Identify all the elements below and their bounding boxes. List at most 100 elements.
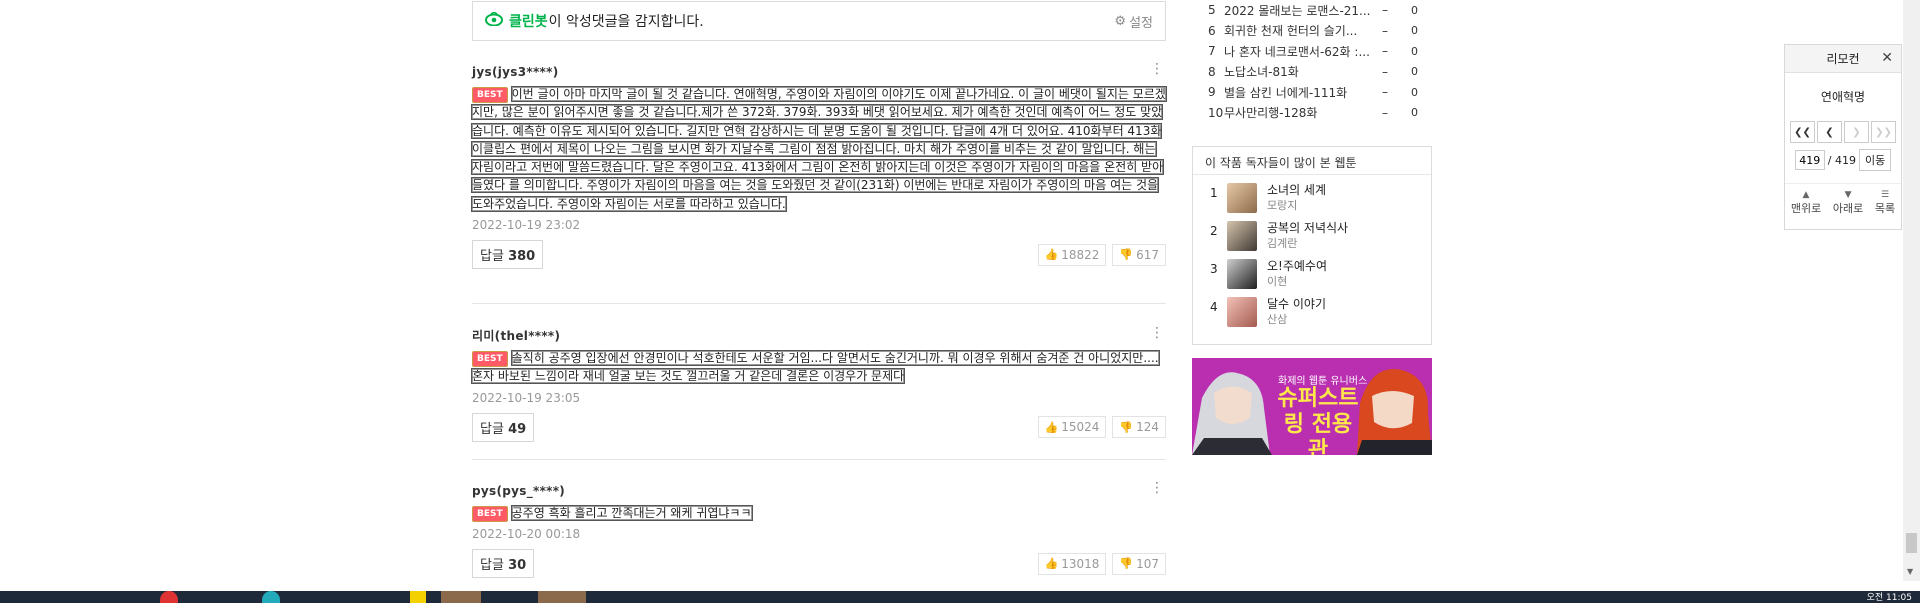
last-episode-button[interactable]: ❯❯ [1871, 121, 1896, 143]
more-options-icon[interactable]: ⋮ [1150, 62, 1164, 76]
rank-count: 0 [1411, 24, 1418, 38]
scroll-down-arrow-icon[interactable]: ▼ [1907, 567, 1913, 576]
taskbar-app-icon[interactable] [410, 591, 426, 603]
rank-change: – [1382, 3, 1388, 18]
cleanbot-icon [485, 11, 503, 30]
comment-date: 2022-10-19 23:05 [472, 390, 581, 405]
banner-title: 슈퍼스트링 전용관 [1277, 386, 1359, 455]
item-rank: 2 [1210, 224, 1218, 238]
cleanbot-settings-button[interactable]: ⚙ 설정 [1114, 12, 1153, 31]
chevron-left-icon: ❮ [1825, 126, 1834, 138]
rank-title: 무사만리행-128화 [1224, 106, 1318, 121]
taskbar-app-icon[interactable] [441, 591, 481, 603]
webtoon-title[interactable]: 공복의 저녁식사 [1267, 221, 1348, 236]
prev-episode-button[interactable]: ❮ [1817, 121, 1842, 143]
comment-date: 2022-10-19 23:02 [472, 218, 581, 233]
like-button[interactable]: 👍 13018 [1037, 552, 1107, 575]
rank-change: – [1382, 64, 1388, 79]
webtoon-thumbnail[interactable] [1227, 297, 1257, 327]
webtoon-title[interactable]: 오!주예수여 [1267, 259, 1327, 274]
rank-count: 0 [1411, 106, 1418, 120]
comment-username: jys(jys3****) [472, 65, 559, 79]
scroll-down-label: 아래로 [1832, 202, 1864, 215]
related-webtoon-item[interactable]: 2 공복의 저녁식사 김계란 [1193, 221, 1431, 259]
item-rank: 4 [1210, 300, 1218, 314]
scrollbar-thumb[interactable] [1906, 533, 1917, 553]
taskbar-app-icon[interactable] [160, 591, 178, 603]
dislike-button[interactable]: 👎 124 [1112, 416, 1166, 439]
taskbar-app-icon[interactable] [262, 591, 280, 603]
rank-number: 6 [1208, 23, 1216, 38]
comment-username: 리미(thel****) [472, 329, 561, 343]
rank-title: 나 혼자 네크로맨서-62화 :... [1224, 44, 1370, 59]
close-icon[interactable]: ✕ [1881, 50, 1893, 66]
ranking-list: 5 2022 몰래보는 로맨스-21... –0 6 회귀한 천재 헌터의 슬기...… [1192, 0, 1432, 123]
scroll-top-button[interactable]: ▲ 맨위로 [1791, 190, 1821, 216]
reply-button[interactable]: 답글 380 [472, 240, 544, 270]
comment-footer: 답글 30 👍 13018 👎 107 [472, 549, 1166, 579]
ranking-item[interactable]: 8 노답소녀-81화 – 0 [1192, 62, 1432, 83]
webtoon-thumbnail[interactable] [1227, 183, 1257, 213]
page-scrollbar[interactable]: ▼ [1903, 0, 1920, 581]
comments-section: 클린봇 이 악성댓글을 감지합니다. ⚙ 설정 jys(jys3****) ⋮ B… [471, 0, 1167, 579]
comment-body: BEST 솔직히 공주영 입장에선 안경민이나 석호한테도 서운할 거임...다 … [471, 349, 1166, 386]
ranking-item[interactable]: 6 회귀한 천재 헌터의 슬기... – 0 [1192, 21, 1432, 42]
related-webtoon-item[interactable]: 1 소녀의 세계 모랑지 [1193, 183, 1431, 221]
reply-button[interactable]: 답글 49 [472, 412, 535, 442]
superstring-banner[interactable]: 화제의 웹툰 유니버스 슈퍼스트링 전용관 [1192, 358, 1432, 455]
dislike-count: 107 [1136, 556, 1159, 571]
gear-icon: ⚙ [1114, 13, 1127, 29]
ranking-item[interactable]: 9 별을 삼킨 너에게-111화 – 0 [1192, 82, 1432, 103]
rank-title: 노답소녀-81화 [1224, 65, 1299, 80]
webtoon-title[interactable]: 달수 이야기 [1267, 297, 1326, 312]
comment-text: 솔직히 공주영 입장에선 안경민이나 석호한테도 서운할 거임...다 알면서도… [471, 349, 1160, 385]
dislike-button[interactable]: 👎 617 [1112, 243, 1166, 266]
rank-title: 2022 몰래보는 로맨스-21... [1224, 3, 1371, 18]
taskbar-app-icon[interactable] [538, 591, 586, 603]
webtoon-thumbnail[interactable] [1227, 259, 1257, 289]
webtoon-author: 이현 [1267, 275, 1288, 288]
more-options-icon[interactable]: ⋮ [1150, 481, 1164, 495]
rank-number: 10 [1208, 105, 1224, 120]
episode-number-input[interactable] [1794, 150, 1825, 170]
reply-button[interactable]: 답글 30 [472, 549, 535, 579]
webtoon-thumbnail[interactable] [1227, 221, 1257, 251]
like-button[interactable]: 👍 15024 [1037, 416, 1107, 439]
ranking-item[interactable]: 5 2022 몰래보는 로맨스-21... – 0 [1192, 0, 1432, 21]
double-chevron-right-icon: ❯❯ [1875, 126, 1892, 138]
related-webtoon-item[interactable]: 4 달수 이야기 산삼 [1193, 297, 1431, 335]
like-count: 18822 [1061, 247, 1100, 262]
list-icon: ☰ [1880, 190, 1890, 200]
list-button[interactable]: ☰ 목록 [1875, 190, 1895, 216]
thumbs-up-icon: 👍 [1044, 248, 1059, 262]
triangle-up-icon: ▲ [1802, 190, 1810, 200]
webtoon-page: 클린봇 이 악성댓글을 감지합니다. ⚙ 설정 jys(jys3****) ⋮ B… [0, 0, 1920, 603]
scroll-top-label: 맨위로 [1790, 202, 1822, 215]
webtoon-author: 김계란 [1267, 237, 1298, 250]
webtoon-title[interactable]: 소녀의 세계 [1267, 183, 1326, 198]
reply-count: 30 [508, 558, 527, 574]
related-webtoon-item[interactable]: 3 오!주예수여 이현 [1193, 259, 1431, 297]
first-episode-button[interactable]: ❮❮ [1790, 121, 1815, 143]
scroll-down-button[interactable]: ▼ 아래로 [1833, 190, 1863, 216]
os-taskbar: 오전 11:05 [0, 591, 1920, 603]
rank-number: 8 [1208, 64, 1216, 79]
webtoon-author: 모랑지 [1267, 199, 1298, 212]
total-episodes: / 419 [1827, 153, 1856, 167]
like-count: 15024 [1061, 420, 1100, 435]
chevron-right-icon: ❯ [1852, 126, 1861, 138]
next-episode-button[interactable]: ❯ [1844, 121, 1869, 143]
thumbs-up-icon: 👍 [1044, 420, 1059, 434]
thumbs-down-icon: 👎 [1119, 557, 1134, 571]
dislike-button[interactable]: 👎 107 [1112, 552, 1166, 575]
ranking-item[interactable]: 10 무사만리행-128화 – 0 [1192, 103, 1432, 124]
cleanbot-message: 이 악성댓글을 감지합니다. [548, 14, 704, 30]
go-button[interactable]: 이동 [1858, 149, 1892, 171]
item-rank: 3 [1210, 262, 1218, 276]
like-button[interactable]: 👍 18822 [1037, 243, 1107, 266]
comment-item: jys(jys3****) ⋮ BEST 이번 글이 아마 마지막 글이 될 것 … [471, 61, 1167, 270]
dislike-count: 617 [1136, 247, 1159, 262]
ranking-item[interactable]: 7 나 혼자 네크로맨서-62화 :... – 0 [1192, 41, 1432, 62]
like-count: 13018 [1061, 556, 1100, 571]
more-options-icon[interactable]: ⋮ [1150, 326, 1164, 340]
